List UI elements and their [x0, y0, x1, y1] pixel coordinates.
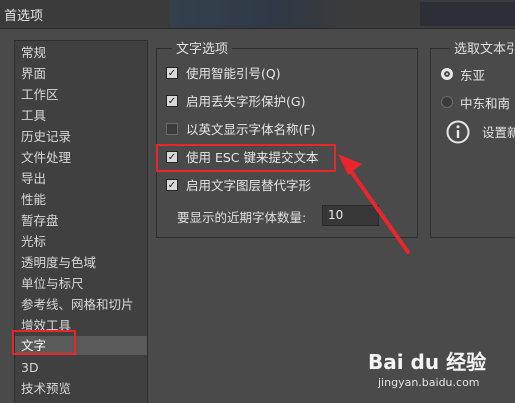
- window-title: 首选项: [4, 9, 44, 24]
- sidebar-item-export[interactable]: 导出: [15, 169, 147, 188]
- alternate-glyphs-checkbox[interactable]: ✓: [166, 179, 178, 191]
- sidebar-item-tech-preview[interactable]: 技术预览: [15, 379, 147, 398]
- sidebar-item-transparency[interactable]: 透明度与色域: [15, 253, 147, 272]
- sidebar-item-interface[interactable]: 界面: [15, 64, 147, 83]
- option-label: 使用智能引号(Q): [186, 66, 281, 81]
- annotation-highlight-box-sidebar: [12, 330, 76, 355]
- missing-glyph-checkbox[interactable]: ✓: [166, 95, 178, 107]
- info-text: 设置新: [482, 125, 515, 140]
- background-blur: [170, 0, 350, 27]
- sidebar-item-performance[interactable]: 性能: [15, 190, 147, 209]
- sidebar-item-tools[interactable]: 工具: [15, 106, 147, 125]
- recent-fonts-label: 要显示的近期字体数量:: [177, 210, 307, 225]
- east-asian-label: 东亚: [460, 68, 486, 83]
- sidebar-item-scratch-disks[interactable]: 暂存盘: [15, 211, 147, 230]
- recent-fonts-input[interactable]: 10: [322, 205, 379, 226]
- sidebar-item-history[interactable]: 历史记录: [15, 127, 147, 146]
- middle-east-radio[interactable]: [441, 96, 453, 108]
- text-engine-title: 选取文本引: [450, 38, 515, 57]
- option-label: 以英文显示字体名称(F): [186, 122, 316, 137]
- baidu-watermark: Bai du 经验 jingyan.baidu.com: [368, 346, 508, 396]
- watermark-url: jingyan.baidu.com: [378, 376, 480, 389]
- option-label: 启用文字图层替代字形: [186, 178, 312, 193]
- sidebar-item-workspace[interactable]: 工作区: [15, 85, 147, 104]
- english-font-names-checkbox[interactable]: [166, 123, 178, 135]
- sidebar-item-units-rulers[interactable]: 单位与标尺: [15, 274, 147, 293]
- east-asian-radio[interactable]: [441, 68, 453, 80]
- background-blur-right: [420, 2, 515, 26]
- sidebar-item-3d[interactable]: 3D: [15, 358, 147, 377]
- annotation-highlight-box-option: [156, 144, 336, 172]
- text-options-title: 文字选项: [172, 38, 233, 57]
- option-label: 启用丢失字形保护(G): [186, 94, 306, 109]
- middle-east-label: 中东和南: [460, 96, 511, 111]
- sidebar-item-guides-grid[interactable]: 参考线、网格和切片: [15, 295, 147, 314]
- sidebar-item-general[interactable]: 常规: [15, 43, 147, 62]
- title-bar: 首选项: [0, 0, 515, 29]
- watermark-brand: Bai du 经验: [368, 350, 487, 374]
- smart-quotes-checkbox[interactable]: ✓: [166, 67, 178, 79]
- sidebar-item-file-handling[interactable]: 文件处理: [15, 148, 147, 167]
- info-icon: [446, 120, 470, 144]
- sidebar-item-cursors[interactable]: 光标: [15, 232, 147, 251]
